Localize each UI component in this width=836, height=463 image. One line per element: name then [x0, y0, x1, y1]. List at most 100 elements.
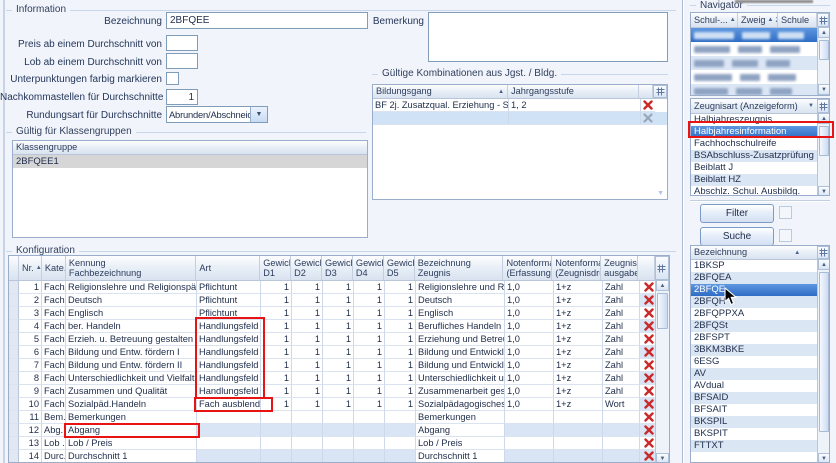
bezeichnung-item[interactable]: 2BFQSt	[691, 320, 817, 332]
cell-gewicht-d3[interactable]: 1	[323, 385, 354, 398]
cell-gewicht-d4[interactable]: 1	[354, 385, 385, 398]
cell-gewicht-d4[interactable]	[354, 450, 385, 463]
column-header-gewicht[interactable]: GewichtD5	[384, 256, 415, 280]
cell-bezeichnung-zeugnis[interactable]: Sozialpädagogisches ...	[416, 398, 505, 411]
cell-bezeichnung-zeugnis[interactable]: Religionslehre und Re...	[416, 281, 505, 294]
scroll-up-icon[interactable]: ▲	[818, 259, 830, 270]
cell-gewicht-d5[interactable]: 1	[385, 359, 416, 372]
cell-gewicht-d2[interactable]	[292, 424, 323, 437]
scrollbar-thumb[interactable]	[819, 126, 829, 156]
cell-zeugnisausgabe[interactable]: Zahl	[603, 333, 640, 346]
cell-gewicht-d2[interactable]: 1	[292, 333, 323, 346]
cell-notenformat-erfassung[interactable]: 1,0	[505, 346, 554, 359]
cell-bezeichnung-zeugnis[interactable]: Bildung und Entwicklu...	[416, 346, 505, 359]
cell-gewicht-d3[interactable]	[323, 411, 354, 424]
cell-gewicht-d4[interactable]	[354, 411, 385, 424]
cell-gewicht-d2[interactable]: 1	[292, 346, 323, 359]
bezeichnung-item[interactable]: 2BFSPT	[691, 332, 817, 344]
cell-notenformat-erfassung[interactable]	[505, 424, 554, 437]
unterpunkt-checkbox[interactable]	[166, 72, 179, 85]
cell-nr[interactable]: 14	[19, 450, 42, 463]
column-header-zeugnis[interactable]: Zeugnis-ausgabe	[601, 256, 638, 280]
scroll-down-icon[interactable]: ▼	[657, 190, 664, 197]
cell-art[interactable]: Handlungsfeld	[197, 385, 261, 398]
cell-art[interactable]: Handlungsfeld	[197, 333, 261, 346]
cell-gewicht-d2[interactable]: 1	[292, 294, 323, 307]
column-picker-icon[interactable]	[817, 99, 829, 113]
table-row-selected[interactable]	[373, 112, 667, 125]
cell-gewicht-d5[interactable]: 1	[385, 346, 416, 359]
zeugnisart-item[interactable]: Beiblatt J	[691, 162, 817, 174]
column-header-klassengruppe[interactable]: Klassengruppe	[13, 141, 367, 154]
cell-gewicht-d2[interactable]: 1	[292, 281, 323, 294]
cell-nr[interactable]: 1	[19, 281, 42, 294]
cell-nr[interactable]: 6	[19, 346, 42, 359]
column-header-gewicht[interactable]: GewichtD3	[322, 256, 353, 280]
cell-gewicht-d5[interactable]: 1	[385, 307, 416, 320]
cell-art[interactable]: Fach ausblenden	[197, 398, 261, 411]
cell-notenformat-zeugnisdruck[interactable]: 1+z	[554, 281, 603, 294]
cell-kennung[interactable]: Abgang	[66, 424, 197, 437]
cell-gewicht-d5[interactable]: 1	[385, 372, 416, 385]
cell-gewicht-d3[interactable]: 1	[323, 346, 354, 359]
cell-notenformat-erfassung[interactable]	[505, 437, 554, 450]
cell-gewicht-d1[interactable]: 1	[261, 320, 292, 333]
cell-kennung[interactable]: Religionslehre und Religionspädagogik	[66, 281, 197, 294]
cell-art[interactable]	[197, 424, 261, 437]
cell-gewicht-d5[interactable]	[385, 424, 416, 437]
cell-gewicht-d3[interactable]: 1	[323, 359, 354, 372]
cell-gewicht-d2[interactable]: 1	[292, 359, 323, 372]
zeugnisart-item[interactable]: Halbjahreszeugnis	[691, 114, 817, 126]
column-header-nr[interactable]: Nr.▲	[19, 256, 42, 280]
cell-bezeichnung-zeugnis[interactable]: Abgang	[416, 424, 505, 437]
cell-zeugnisausgabe[interactable]: Zahl	[603, 359, 640, 372]
column-header-jahrgangsstufe[interactable]: Jahrgangsstufe	[508, 85, 639, 98]
cell-art[interactable]: Handlungsfeld	[197, 320, 261, 333]
school-row[interactable]	[691, 56, 817, 70]
cell-gewicht-d1[interactable]: 1	[261, 359, 292, 372]
cell-kennung[interactable]: Lob / Preis	[66, 437, 197, 450]
cell-gewicht-d4[interactable]: 1	[354, 294, 385, 307]
cell-bildungsgang[interactable]: BF 2j. Zusatzqual. Erziehung - Schulf...	[373, 99, 509, 112]
cell-gewicht-d5[interactable]: 1	[385, 385, 416, 398]
cell-art[interactable]: Handlungsfeld	[197, 372, 261, 385]
bezeichnung-item[interactable]: 2BFQH	[691, 296, 817, 308]
bezeichnung-item[interactable]: AV	[691, 368, 817, 380]
cell-bezeichnung-zeugnis[interactable]: Durchschnitt 1	[416, 450, 505, 463]
scroll-down-icon[interactable]: ▼	[818, 186, 830, 196]
bezeichnung-item[interactable]: FTTXT	[691, 440, 817, 452]
cell-notenformat-zeugnisdruck[interactable]	[554, 450, 603, 463]
cell-nr[interactable]: 8	[19, 372, 42, 385]
cell-art[interactable]: Pflichtunt	[197, 281, 261, 294]
cell-gewicht-d4[interactable]: 1	[354, 359, 385, 372]
cell-notenformat-zeugnisdruck[interactable]: 1+z	[554, 307, 603, 320]
cell-gewicht-d5[interactable]	[385, 437, 416, 450]
cell-gewicht-d1[interactable]: 1	[261, 294, 292, 307]
cell-gewicht-d5[interactable]: 1	[385, 320, 416, 333]
zeugnisart-item[interactable]: Abschlz. Schul. Ausbildg.	[691, 186, 817, 196]
cell-art[interactable]: Handlungsfeld	[197, 346, 261, 359]
cell-gewicht-d4[interactable]: 1	[354, 333, 385, 346]
cell-bezeichnung-zeugnis[interactable]: Berufliches Handeln f...	[416, 320, 505, 333]
nachkomma-input[interactable]	[166, 89, 198, 105]
column-header-kennung[interactable]: KennungFachbezeichnung	[66, 256, 197, 280]
cell-gewicht-d1[interactable]	[261, 424, 292, 437]
cell-gewicht-d2[interactable]: 1	[292, 385, 323, 398]
cell-gewicht-d4[interactable]	[354, 437, 385, 450]
cell-notenformat-erfassung[interactable]: 1,0	[505, 333, 554, 346]
bezeichnung-item[interactable]: 1BKSP	[691, 260, 817, 272]
cell-kategorie[interactable]: Bem...	[42, 411, 66, 424]
cell-notenformat-zeugnisdruck[interactable]: 1+z	[554, 398, 603, 411]
cell-gewicht-d1[interactable]	[261, 437, 292, 450]
zeugnisart-item[interactable]: BSAbschluss-Zusatzprüfung	[691, 150, 817, 162]
cell-kategorie[interactable]: Fach	[42, 333, 66, 346]
cell-art[interactable]: Handlungsfeld	[197, 359, 261, 372]
bezeichnung-item[interactable]: BFSAIT	[691, 404, 817, 416]
cell-kategorie[interactable]: Fach	[42, 346, 66, 359]
cell-zeugnisausgabe[interactable]: Zahl	[603, 320, 640, 333]
cell-gewicht-d1[interactable]: 1	[261, 385, 292, 398]
cell-notenformat-erfassung[interactable]	[505, 411, 554, 424]
chevron-down-icon[interactable]: ▼	[805, 99, 817, 113]
cell-kategorie[interactable]: Fach	[42, 359, 66, 372]
cell-kennung[interactable]: Unterschiedlichkeit und Vielfalt	[66, 372, 197, 385]
